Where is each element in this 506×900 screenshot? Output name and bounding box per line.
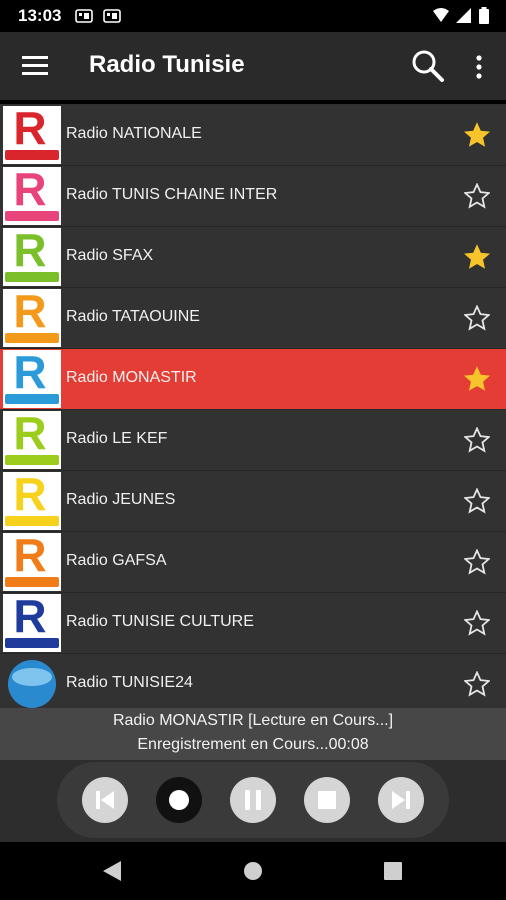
station-logo: R (3, 350, 61, 408)
pause-icon[interactable] (229, 776, 277, 824)
wifi-icon (433, 8, 449, 22)
now-playing-bar: Radio MONASTIR [Lecture en Cours...] Enr… (0, 708, 506, 760)
status-time: 13:03 (18, 6, 62, 25)
station-logo (8, 660, 56, 708)
stop-icon[interactable] (303, 776, 351, 824)
previous-icon[interactable] (81, 776, 129, 824)
station-row[interactable]: Radio TUNISIE24 (0, 654, 506, 708)
favorite-star-icon[interactable] (464, 488, 490, 514)
svg-text:R: R (13, 289, 46, 337)
station-logo: R (3, 533, 61, 591)
station-logo: R (3, 289, 61, 347)
station-name: Radio TUNIS CHAINE INTER (66, 186, 278, 203)
station-row[interactable]: R Radio SFAX (0, 227, 506, 288)
svg-text:R: R (13, 533, 46, 581)
svg-text:R: R (13, 350, 46, 398)
station-name: Radio JEUNES (66, 491, 176, 508)
station-logo: R (3, 228, 61, 286)
station-row[interactable]: R Radio NATIONALE (0, 105, 506, 166)
favorite-star-icon[interactable] (464, 671, 490, 697)
favorite-star-icon[interactable] (464, 305, 490, 331)
signal-icon (456, 8, 471, 23)
station-row-selected[interactable]: R Radio MONASTIR (0, 349, 506, 410)
station-logo: R (3, 167, 61, 225)
next-icon[interactable] (377, 776, 425, 824)
station-name: Radio SFAX (66, 247, 154, 264)
recents-icon[interactable] (384, 862, 402, 880)
station-row[interactable]: R Radio GAFSA (0, 532, 506, 593)
svg-text:R: R (13, 411, 46, 459)
station-logo: R (3, 106, 61, 164)
cast-icon (103, 9, 121, 23)
home-icon[interactable] (243, 861, 263, 881)
record-icon[interactable] (155, 776, 203, 824)
system-nav-bar (0, 842, 506, 900)
station-row[interactable]: R Radio TATAOUINE (0, 288, 506, 349)
controls-pill (57, 762, 449, 838)
station-row[interactable]: R Radio TUNISIE CULTURE (0, 593, 506, 654)
search-icon[interactable] (411, 49, 445, 83)
station-logo: R (3, 472, 61, 530)
now-playing-status: Radio MONASTIR [Lecture en Cours...] (112, 712, 394, 729)
status-bar: 13:03 (0, 0, 506, 32)
favorite-star-icon[interactable] (464, 427, 490, 453)
favorite-star-icon[interactable] (464, 244, 490, 270)
menu-icon[interactable] (22, 54, 48, 76)
more-vert-icon[interactable] (470, 54, 488, 80)
favorite-star-icon[interactable] (464, 183, 490, 209)
station-logo: R (3, 411, 61, 469)
cast-icon (75, 9, 93, 23)
station-logo: R (3, 594, 61, 652)
app-bar: Radio Tunisie (0, 32, 506, 100)
svg-text:R: R (13, 167, 46, 215)
station-name: Radio LE KEF (66, 430, 168, 447)
station-name: Radio GAFSA (66, 552, 167, 569)
recording-status: Enregistrement en Cours...00:08 (137, 736, 369, 753)
battery-icon (479, 7, 489, 24)
favorite-star-icon[interactable] (464, 366, 490, 392)
station-name: Radio TUNISIE24 (66, 674, 193, 691)
svg-text:R: R (13, 594, 46, 642)
back-icon[interactable] (101, 860, 123, 882)
station-row[interactable]: R Radio LE KEF (0, 410, 506, 471)
page-title: Radio Tunisie (89, 51, 245, 78)
station-list[interactable]: R Radio NATIONALE R Radio TUNIS CHAINE I… (0, 104, 506, 708)
station-name: Radio MONASTIR (66, 369, 197, 386)
player-controls (0, 760, 506, 842)
station-name: Radio NATIONALE (66, 125, 202, 142)
favorite-star-icon[interactable] (464, 122, 490, 148)
favorite-star-icon[interactable] (464, 610, 490, 636)
svg-text:R: R (13, 472, 46, 520)
station-name: Radio TUNISIE CULTURE (66, 613, 254, 630)
favorite-star-icon[interactable] (464, 549, 490, 575)
station-row[interactable]: R Radio TUNIS CHAINE INTER (0, 166, 506, 227)
station-row[interactable]: R Radio JEUNES (0, 471, 506, 532)
svg-text:R: R (13, 228, 46, 276)
svg-text:R: R (13, 106, 46, 154)
station-name: Radio TATAOUINE (66, 308, 200, 325)
